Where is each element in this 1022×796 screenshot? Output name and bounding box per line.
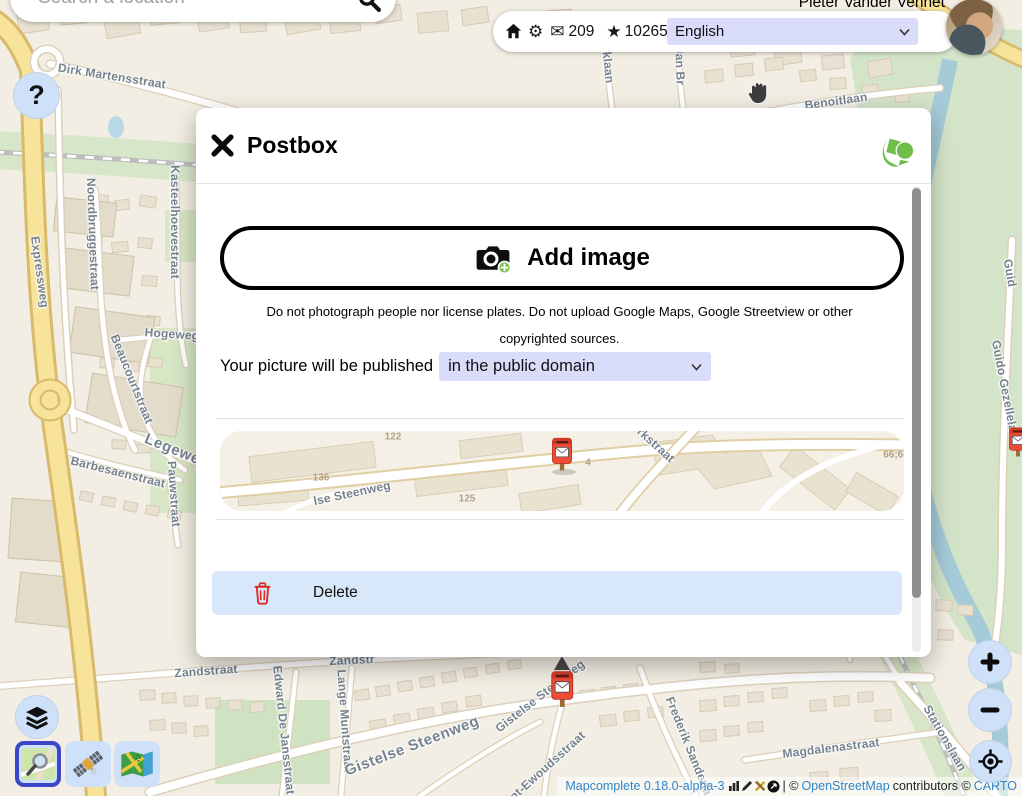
street-label: Noordbruggestraat	[84, 178, 102, 290]
search-input[interactable]	[36, 0, 357, 10]
grab-hand-cursor	[746, 78, 770, 106]
attribution-separator: | ©	[783, 779, 799, 793]
search-icon[interactable]	[357, 0, 382, 13]
pencil-icon	[741, 780, 753, 792]
contributors-label: contributors ©	[893, 779, 971, 793]
street-label: Dirk Martensstraat	[57, 61, 167, 92]
street-label: Magdalenastraat	[782, 735, 881, 761]
mapcomplete-logo-icon	[880, 134, 917, 171]
image-license-note: Do not photograph people nor license pla…	[232, 298, 887, 352]
copyright-icon	[767, 780, 780, 793]
divider	[216, 519, 904, 520]
postbox-dialog: Postbox Add image Do not photograph peo	[196, 108, 931, 657]
street-label: Expressweg	[28, 235, 52, 308]
street-label: Edward De Jansstraat	[270, 665, 297, 795]
housenumber-label: 136	[313, 473, 330, 484]
add-image-label: Add image	[527, 244, 650, 272]
map-attribution: Mapcomplete 0.18.0-alpha-3 | © OpenStree…	[557, 777, 1022, 796]
divider	[216, 418, 904, 419]
layers-button[interactable]	[15, 695, 59, 739]
street-label: Zandstraat	[174, 662, 238, 680]
street-label: rkstraat	[634, 431, 677, 465]
message-count: 209	[569, 23, 595, 41]
attribution-icons	[728, 780, 780, 793]
construction-icon	[754, 780, 766, 792]
street-label: Pauwstraat	[165, 461, 184, 528]
housenumber-label: 125	[459, 494, 476, 505]
selected-postbox-marker[interactable]	[549, 655, 577, 709]
basemap-style-satellite[interactable]	[65, 741, 111, 787]
help-label: ?	[28, 80, 45, 111]
osm-carto-thumbnail-icon	[21, 748, 55, 780]
chevron-down-icon	[899, 28, 910, 36]
chevron-down-icon	[691, 363, 702, 371]
crosshair-icon	[977, 748, 1004, 775]
dialog-body: Add image Do not photograph people nor l…	[196, 183, 931, 657]
license-row: Your picture will be published in the pu…	[220, 352, 711, 381]
street-label: Barbesaenstraat	[69, 453, 167, 490]
street-label: Stationslaan	[921, 703, 970, 774]
osm-link[interactable]: OpenStreetMap	[801, 779, 889, 793]
delete-button[interactable]: Delete	[212, 571, 902, 615]
street-label: Kasteelhoevestraat	[168, 165, 182, 279]
minimap-postbox-marker	[549, 433, 575, 473]
stats-icon	[728, 780, 740, 792]
location-minimap[interactable]: 122136125466;66lse Steenwegrkstraat	[220, 431, 904, 511]
basemap-style-map[interactable]	[114, 741, 160, 787]
housenumber-label: 4	[585, 458, 591, 469]
street-label: Guid	[1001, 258, 1020, 288]
mapcomplete-version-link[interactable]: Mapcomplete 0.18.0-alpha-3	[565, 779, 724, 793]
star-count: 10265	[625, 23, 668, 41]
street-label: Lange Muntstraat	[334, 669, 355, 773]
camera-add-icon	[474, 242, 512, 274]
basemap-style-osm[interactable]	[15, 741, 61, 787]
zoom-in-button[interactable]	[968, 640, 1012, 684]
home-icon[interactable]	[505, 23, 522, 40]
street-label: Hogeweg	[144, 325, 200, 343]
close-icon[interactable]	[211, 134, 234, 157]
layers-icon	[24, 704, 50, 730]
street-label: Gistelse Steenweg	[342, 712, 481, 779]
license-selected: in the public domain	[448, 357, 595, 376]
search-bar[interactable]	[10, 0, 396, 22]
add-image-button[interactable]: Add image	[220, 226, 904, 290]
edge-postbox-marker[interactable]	[1006, 424, 1022, 458]
street-label: Beaucourtstraat	[108, 332, 157, 425]
scrollbar-thumb[interactable]	[912, 188, 921, 598]
license-select[interactable]: in the public domain	[439, 352, 711, 381]
avatar[interactable]	[946, 0, 1002, 55]
language-select[interactable]: English	[667, 18, 918, 45]
dialog-header: Postbox	[196, 108, 931, 183]
world-map-icon	[119, 748, 155, 780]
username-label[interactable]: Pieter Vander Vennet	[799, 0, 945, 12]
dialog-scrollbar[interactable]	[912, 186, 921, 652]
geolocate-button[interactable]	[969, 740, 1012, 783]
star-icon: ★	[606, 23, 621, 40]
user-panel: ⚙ ✉ 209 ★ 10265 English	[493, 11, 958, 52]
zoom-out-button[interactable]	[968, 688, 1012, 732]
housenumber-label: 66;66	[883, 450, 904, 461]
plus-icon	[978, 650, 1002, 674]
dialog-title: Postbox	[247, 132, 338, 159]
delete-label: Delete	[313, 584, 358, 602]
minus-icon	[978, 698, 1002, 722]
housenumber-label: 122	[385, 432, 402, 443]
trash-icon	[252, 582, 273, 605]
license-prefix-label: Your picture will be published	[220, 357, 433, 376]
mail-icon[interactable]: ✉	[550, 23, 564, 40]
gear-icon[interactable]: ⚙	[528, 23, 543, 40]
street-label: Jan Br	[672, 46, 687, 85]
mapcomplete-app: Dirk Martensstraat Expressweg Noordbrugges…	[0, 0, 1022, 796]
satellite-icon	[70, 746, 106, 782]
language-selected: English	[675, 23, 724, 40]
help-button[interactable]: ?	[13, 72, 60, 119]
